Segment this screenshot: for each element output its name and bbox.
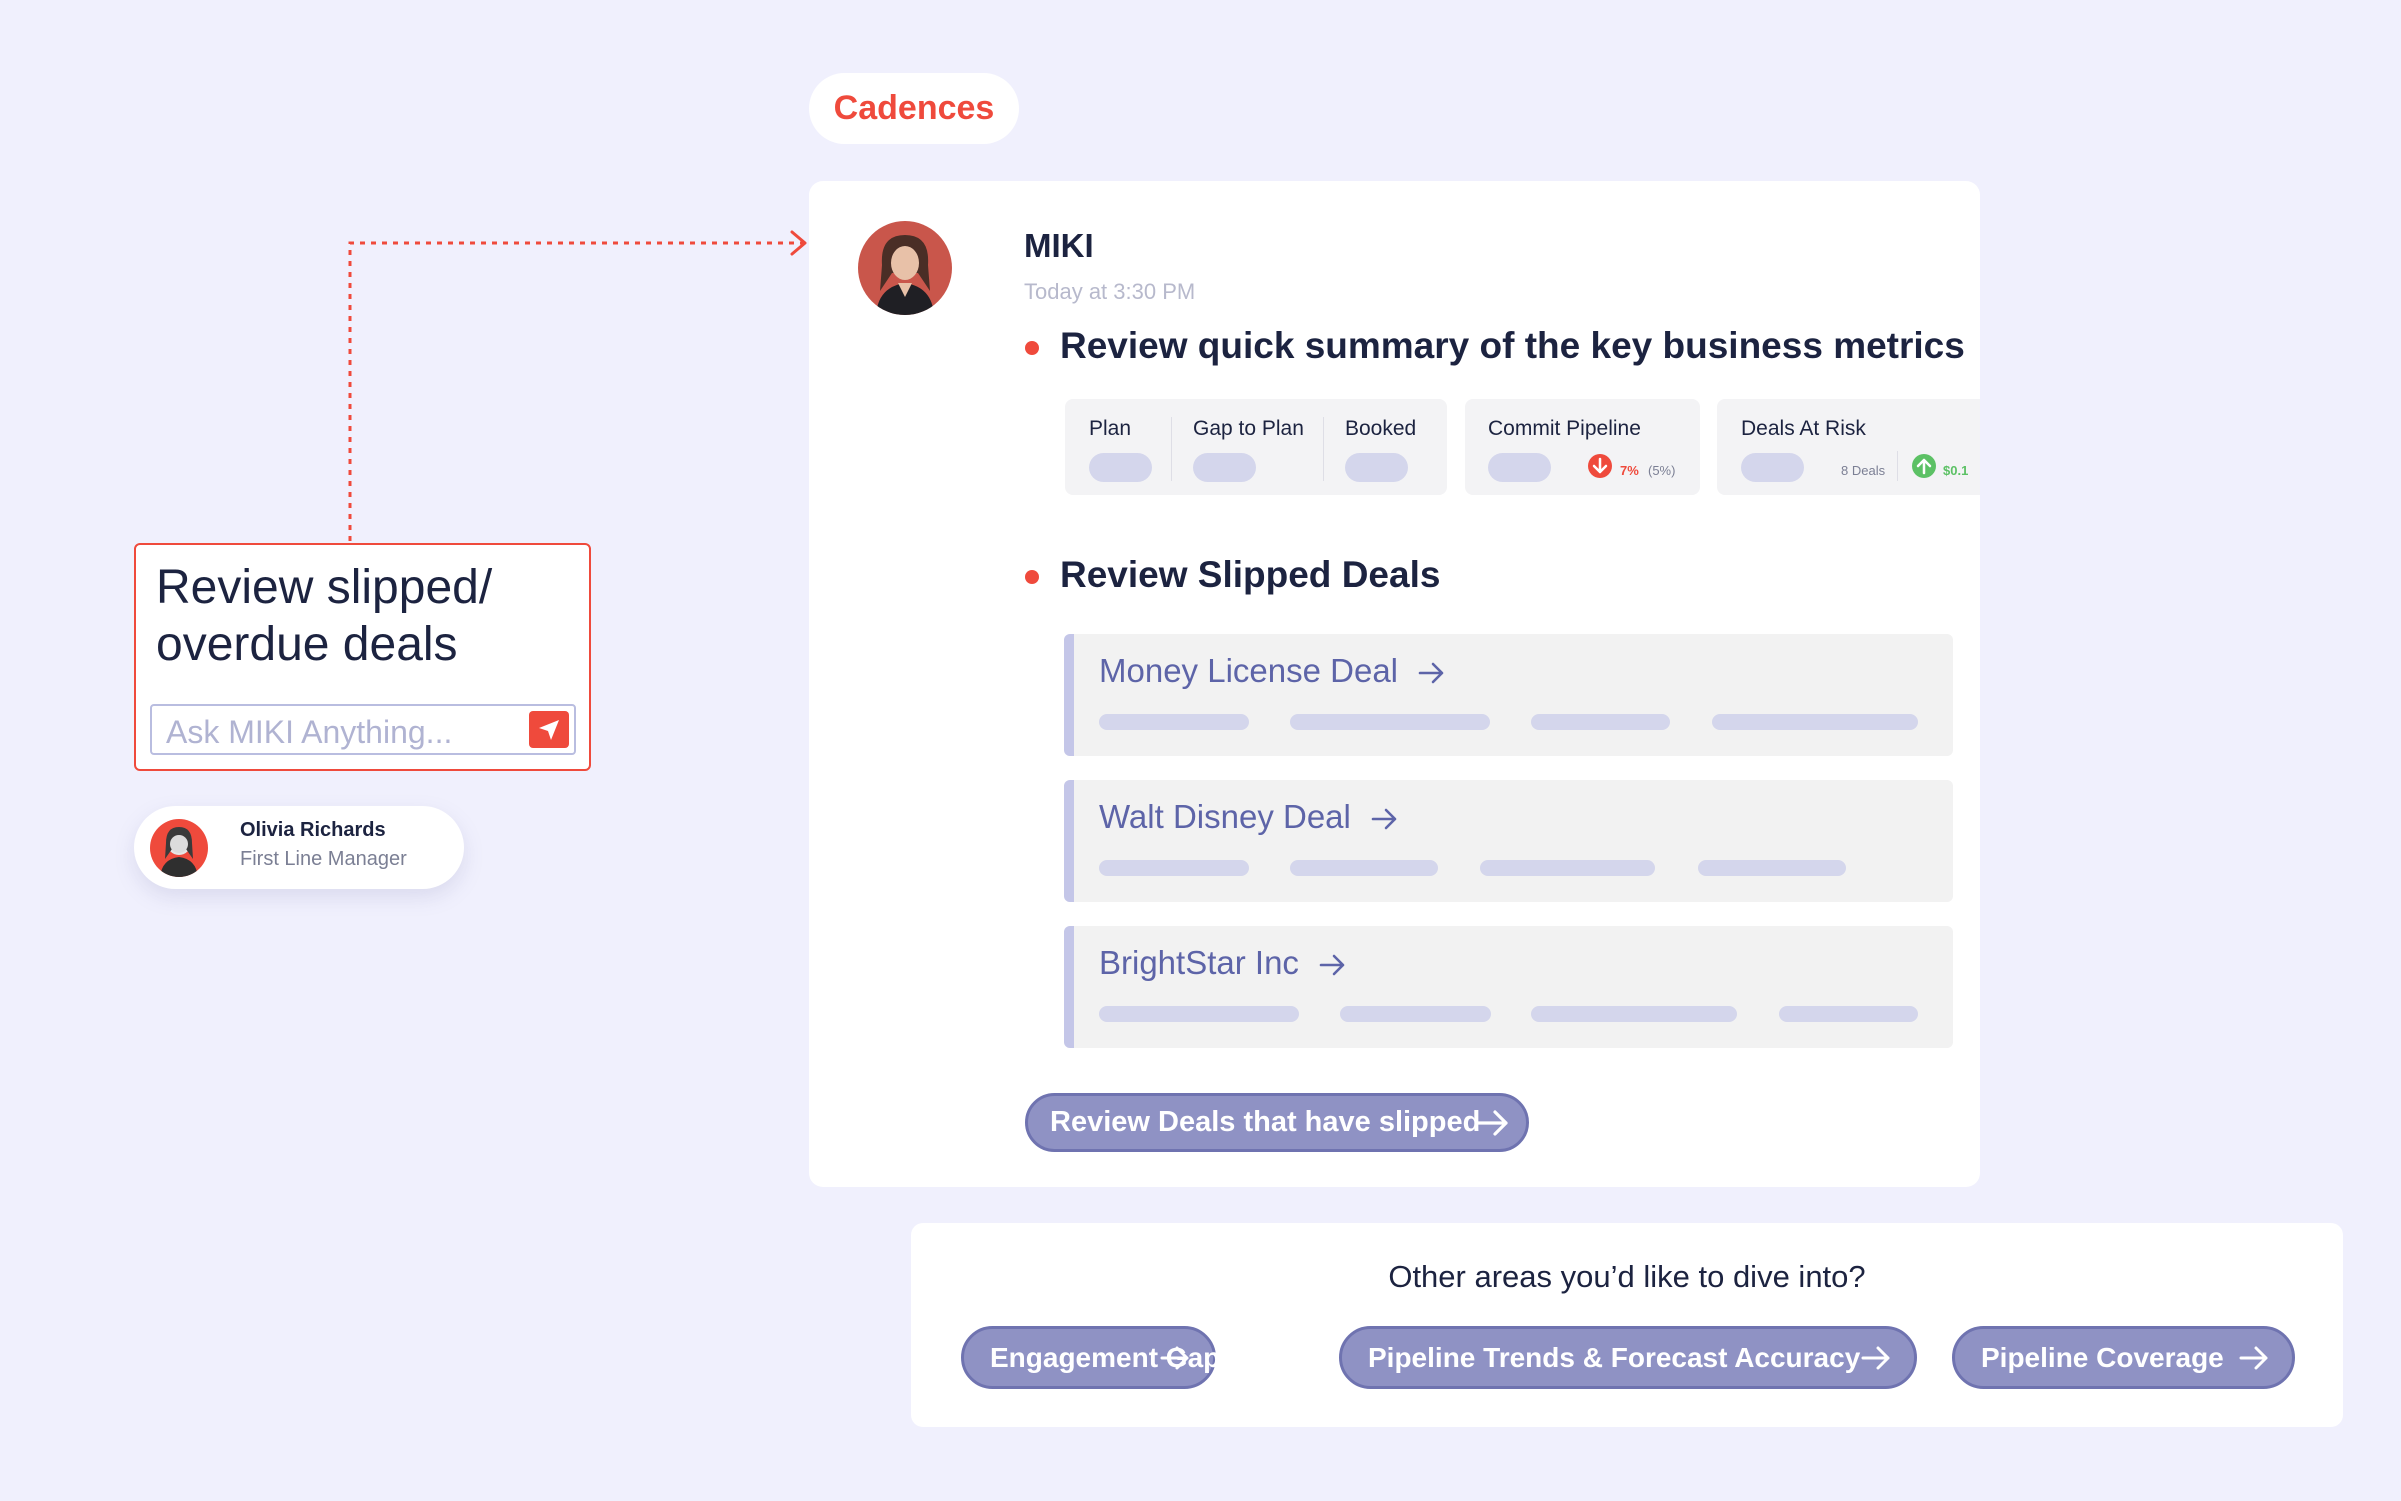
metrics-group-commit: Commit Pipeline 7% (5%) bbox=[1465, 399, 1700, 495]
cadences-tab[interactable]: Cadences bbox=[809, 73, 1019, 144]
commit-change: 7% bbox=[1620, 463, 1639, 478]
deal-detail-placeholder bbox=[1099, 1006, 1299, 1022]
deal-accent bbox=[1064, 634, 1074, 756]
deal-card[interactable]: BrightStar Inc bbox=[1064, 926, 1953, 1048]
other-areas-card: Other areas you’d like to dive into? Eng… bbox=[911, 1223, 2343, 1427]
prompt-text: Review slipped/ overdue deals bbox=[156, 561, 493, 671]
miki-message-card: MIKI Today at 3:30 PM Review quick summa… bbox=[809, 181, 1980, 1187]
deal-name[interactable]: BrightStar Inc bbox=[1099, 944, 1348, 982]
section-title-slipped-deals: Review Slipped Deals bbox=[1060, 554, 1441, 595]
deal-card[interactable]: Walt Disney Deal bbox=[1064, 780, 1953, 902]
deal-card[interactable]: Money License Deal bbox=[1064, 634, 1953, 756]
review-button-label: Review Deals that have slipped bbox=[1050, 1106, 1481, 1138]
deal-detail-placeholder bbox=[1712, 714, 1918, 730]
send-icon bbox=[539, 719, 559, 740]
cadences-label: Cadences bbox=[833, 89, 995, 127]
deal-detail-placeholder bbox=[1099, 860, 1249, 876]
arrow-right-icon bbox=[1319, 954, 1345, 976]
deal-detail-placeholder bbox=[1531, 714, 1670, 730]
ask-miki-input[interactable]: Ask MIKI Anything... bbox=[150, 704, 576, 755]
bullet-icon bbox=[1025, 341, 1039, 355]
pipeline-coverage-button[interactable]: Pipeline Coverage bbox=[1952, 1326, 2295, 1389]
bullet-icon bbox=[1025, 570, 1039, 584]
divider bbox=[1171, 417, 1172, 481]
trend-down-icon bbox=[1588, 454, 1612, 478]
metric-value-placeholder bbox=[1741, 453, 1804, 482]
button-label: Pipeline Trends & Forecast Accuracy bbox=[1368, 1341, 1861, 1373]
risk-deal-count: 8 Deals bbox=[1841, 463, 1886, 478]
metric-label-gap-to-plan: Gap to Plan bbox=[1193, 417, 1304, 440]
other-areas-title: Other areas you’d like to dive into? bbox=[1388, 1259, 1866, 1294]
deal-name-label: Money License Deal bbox=[1099, 652, 1398, 689]
deal-detail-placeholder bbox=[1480, 860, 1655, 876]
deal-detail-placeholder bbox=[1779, 1006, 1918, 1022]
metric-value-placeholder bbox=[1345, 453, 1408, 482]
miki-avatar bbox=[858, 221, 952, 315]
button-label: Pipeline Coverage bbox=[1981, 1341, 2224, 1373]
deal-name-label: Walt Disney Deal bbox=[1099, 798, 1351, 835]
button-label: Engagement Gaps bbox=[990, 1341, 1236, 1373]
ask-placeholder: Ask MIKI Anything... bbox=[166, 714, 453, 750]
arrow-right-icon bbox=[1418, 662, 1444, 684]
metric-label-booked: Booked bbox=[1345, 417, 1417, 440]
metric-label-deals-at-risk: Deals At Risk bbox=[1741, 417, 1866, 440]
deal-detail-placeholder bbox=[1099, 714, 1249, 730]
deal-detail-placeholder bbox=[1340, 1006, 1491, 1022]
arrow-right-icon bbox=[2239, 1346, 2268, 1369]
metrics-group-plan: Plan Gap to Plan Booked bbox=[1065, 399, 1447, 495]
trend-up-icon bbox=[1912, 454, 1936, 478]
user-name: Olivia Richards bbox=[240, 819, 386, 841]
user-role: First Line Manager bbox=[240, 848, 407, 870]
metrics-group-risk: Deals At Risk 8 Deals $0.1 bbox=[1717, 399, 1980, 495]
review-slipped-deals-button[interactable]: Review Deals that have slipped bbox=[1025, 1093, 1529, 1152]
metric-value-placeholder bbox=[1089, 453, 1152, 482]
user-avatar bbox=[150, 819, 208, 877]
deal-detail-placeholder bbox=[1531, 1006, 1737, 1022]
arrow-right-icon bbox=[1371, 808, 1397, 830]
arrow-right-icon bbox=[1160, 1346, 1189, 1369]
deal-name[interactable]: Money License Deal bbox=[1099, 652, 1447, 690]
user-card: Olivia Richards First Line Manager bbox=[134, 806, 464, 889]
engagement-gaps-button[interactable]: Engagement Gaps bbox=[961, 1326, 1236, 1389]
deal-name-label: BrightStar Inc bbox=[1099, 944, 1299, 981]
deal-name[interactable]: Walt Disney Deal bbox=[1099, 798, 1400, 836]
commit-change-pct: (5%) bbox=[1648, 463, 1676, 478]
pipeline-trends-button[interactable]: Pipeline Trends & Forecast Accuracy bbox=[1339, 1326, 1917, 1389]
divider bbox=[1323, 417, 1324, 481]
metric-value-placeholder bbox=[1488, 453, 1551, 482]
arrow-right-icon bbox=[1861, 1346, 1890, 1369]
deal-detail-placeholder bbox=[1290, 714, 1490, 730]
deal-accent bbox=[1064, 780, 1074, 902]
divider bbox=[1897, 451, 1898, 481]
metric-label-plan: Plan bbox=[1089, 417, 1132, 440]
risk-amount: $0.1 bbox=[1943, 463, 1969, 478]
send-button[interactable] bbox=[529, 711, 569, 748]
metric-value-placeholder bbox=[1193, 453, 1256, 482]
section-title-metrics: Review quick summary of the key business… bbox=[1060, 325, 1965, 366]
deal-accent bbox=[1064, 926, 1074, 1048]
message-time: Today at 3:30 PM bbox=[1024, 279, 1196, 304]
arrow-right-icon bbox=[1475, 1109, 1508, 1136]
metric-label-commit-pipeline: Commit Pipeline bbox=[1488, 417, 1641, 440]
deal-detail-placeholder bbox=[1698, 860, 1846, 876]
prompt-card: Review slipped/ overdue deals Ask MIKI A… bbox=[134, 543, 591, 771]
deal-detail-placeholder bbox=[1290, 860, 1438, 876]
sender-name: MIKI bbox=[1024, 227, 1094, 264]
